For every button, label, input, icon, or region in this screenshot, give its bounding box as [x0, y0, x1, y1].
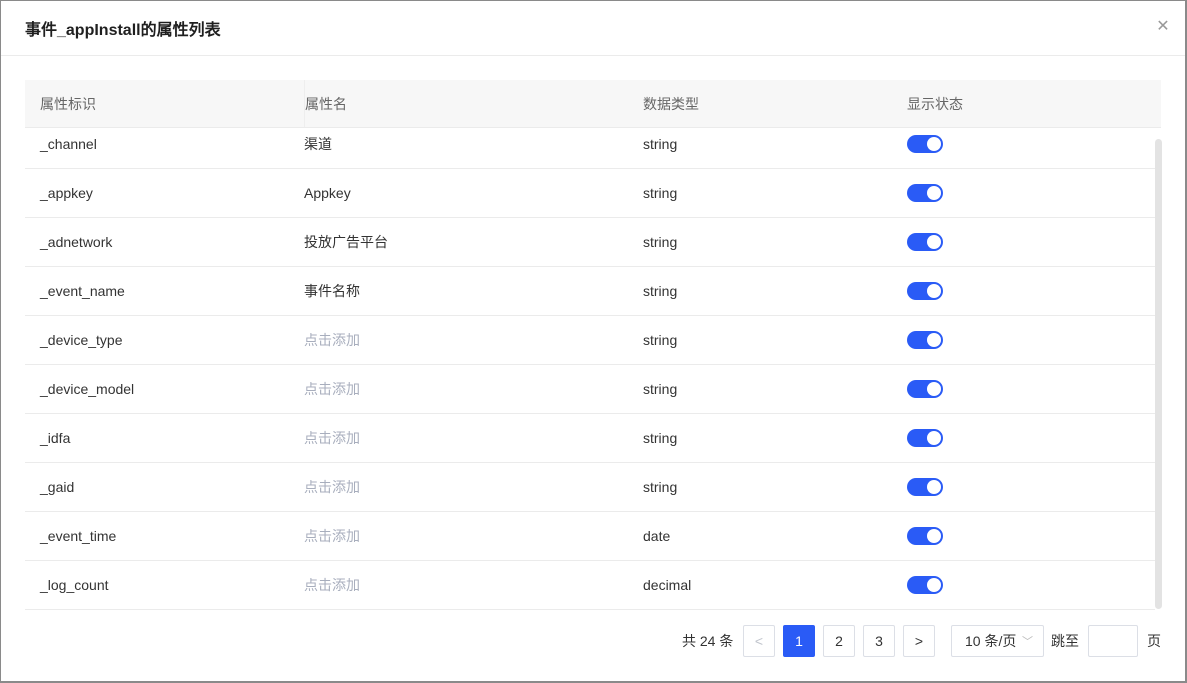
- column-header-type: 数据类型: [643, 95, 699, 112]
- display-status-toggle[interactable]: [907, 478, 943, 496]
- data-type: string: [643, 381, 678, 397]
- data-type: string: [643, 430, 678, 446]
- data-type: string: [643, 283, 678, 299]
- add-name-link[interactable]: 点击添加: [304, 561, 360, 609]
- column-header-id: 属性标识: [40, 95, 96, 112]
- page-3-button[interactable]: 3: [863, 625, 895, 657]
- add-name-link[interactable]: 点击添加: [304, 316, 360, 364]
- table-row: _event_name 事件名称 string: [25, 267, 1155, 316]
- display-status-toggle[interactable]: [907, 282, 943, 300]
- page-suffix: 页: [1147, 633, 1161, 649]
- page-1-button[interactable]: 1: [783, 625, 815, 657]
- display-status-toggle[interactable]: [907, 331, 943, 349]
- attribute-name: Appkey: [304, 185, 351, 201]
- data-type: string: [643, 234, 678, 250]
- page-size-select[interactable]: 10 条/页 ﹀: [951, 625, 1044, 657]
- display-status-toggle[interactable]: [907, 233, 943, 251]
- attribute-id: _device_model: [40, 381, 135, 397]
- display-status-toggle[interactable]: [907, 576, 943, 594]
- page-2-button[interactable]: 2: [823, 625, 855, 657]
- page-size-value: 10 条/页: [965, 633, 1017, 649]
- column-header-status: 显示状态: [907, 95, 963, 112]
- attribute-id: _gaid: [40, 479, 75, 495]
- attribute-list-dialog: 事件_appInstall的属性列表 ✕ 属性标识 属性名 数据类型 显示状态 …: [1, 1, 1185, 681]
- table-row: _device_model 点击添加 string: [25, 365, 1155, 414]
- display-status-toggle[interactable]: [907, 429, 943, 447]
- attribute-id: _adnetwork: [40, 234, 113, 250]
- column-header-name: 属性名: [304, 80, 347, 127]
- data-type: string: [643, 332, 678, 348]
- table-row: _appkey Appkey string: [25, 169, 1155, 218]
- display-status-toggle[interactable]: [907, 380, 943, 398]
- data-type: string: [643, 185, 678, 201]
- attribute-id: _channel: [40, 136, 97, 152]
- attribute-id: _idfa: [40, 430, 71, 446]
- table-row: _device_type 点击添加 string: [25, 316, 1155, 365]
- dialog-header: 事件_appInstall的属性列表 ✕: [1, 1, 1185, 56]
- attribute-id: _appkey: [40, 185, 93, 201]
- data-type: string: [643, 136, 678, 152]
- data-type: date: [643, 528, 671, 544]
- next-page-button[interactable]: >: [903, 625, 935, 657]
- add-name-link[interactable]: 点击添加: [304, 463, 360, 511]
- table-row: _event_time 点击添加 date: [25, 512, 1155, 561]
- chevron-down-icon: ﹀: [1022, 636, 1033, 648]
- jump-page-input[interactable]: [1088, 625, 1138, 657]
- data-type: decimal: [643, 577, 692, 593]
- table-row: _channel 渠道 string: [25, 129, 1155, 169]
- total-count: 共 24 条: [682, 633, 734, 649]
- add-name-link[interactable]: 点击添加: [304, 365, 360, 413]
- table-row: _idfa 点击添加 string: [25, 414, 1155, 463]
- attribute-id: _device_type: [40, 332, 123, 348]
- attribute-name: 投放广告平台: [304, 234, 388, 250]
- attribute-id: _log_count: [40, 577, 109, 593]
- table-scrollbar[interactable]: [1155, 139, 1162, 609]
- table-header: 属性标识 属性名 数据类型 显示状态: [25, 80, 1161, 128]
- data-type: string: [643, 479, 678, 495]
- attribute-name: 渠道: [304, 136, 332, 152]
- attribute-id: _event_time: [40, 528, 117, 544]
- add-name-link[interactable]: 点击添加: [304, 414, 360, 462]
- table-row: _gaid 点击添加 string: [25, 463, 1155, 512]
- add-name-link[interactable]: 点击添加: [304, 512, 360, 560]
- table-row: _log_count 点击添加 decimal: [25, 561, 1155, 610]
- dialog-title: 事件_appInstall的属性列表: [25, 22, 221, 39]
- table-row: _adnetwork 投放广告平台 string: [25, 218, 1155, 267]
- display-status-toggle[interactable]: [907, 135, 943, 153]
- prev-page-button[interactable]: <: [743, 625, 775, 657]
- display-status-toggle[interactable]: [907, 527, 943, 545]
- display-status-toggle[interactable]: [907, 184, 943, 202]
- jump-label: 跳至: [1051, 633, 1079, 649]
- table-body: _channel 渠道 string _appkey Appkey string…: [25, 129, 1161, 610]
- attribute-name: 事件名称: [304, 283, 360, 299]
- attribute-id: _event_name: [40, 283, 125, 299]
- close-icon[interactable]: ✕: [1155, 19, 1171, 35]
